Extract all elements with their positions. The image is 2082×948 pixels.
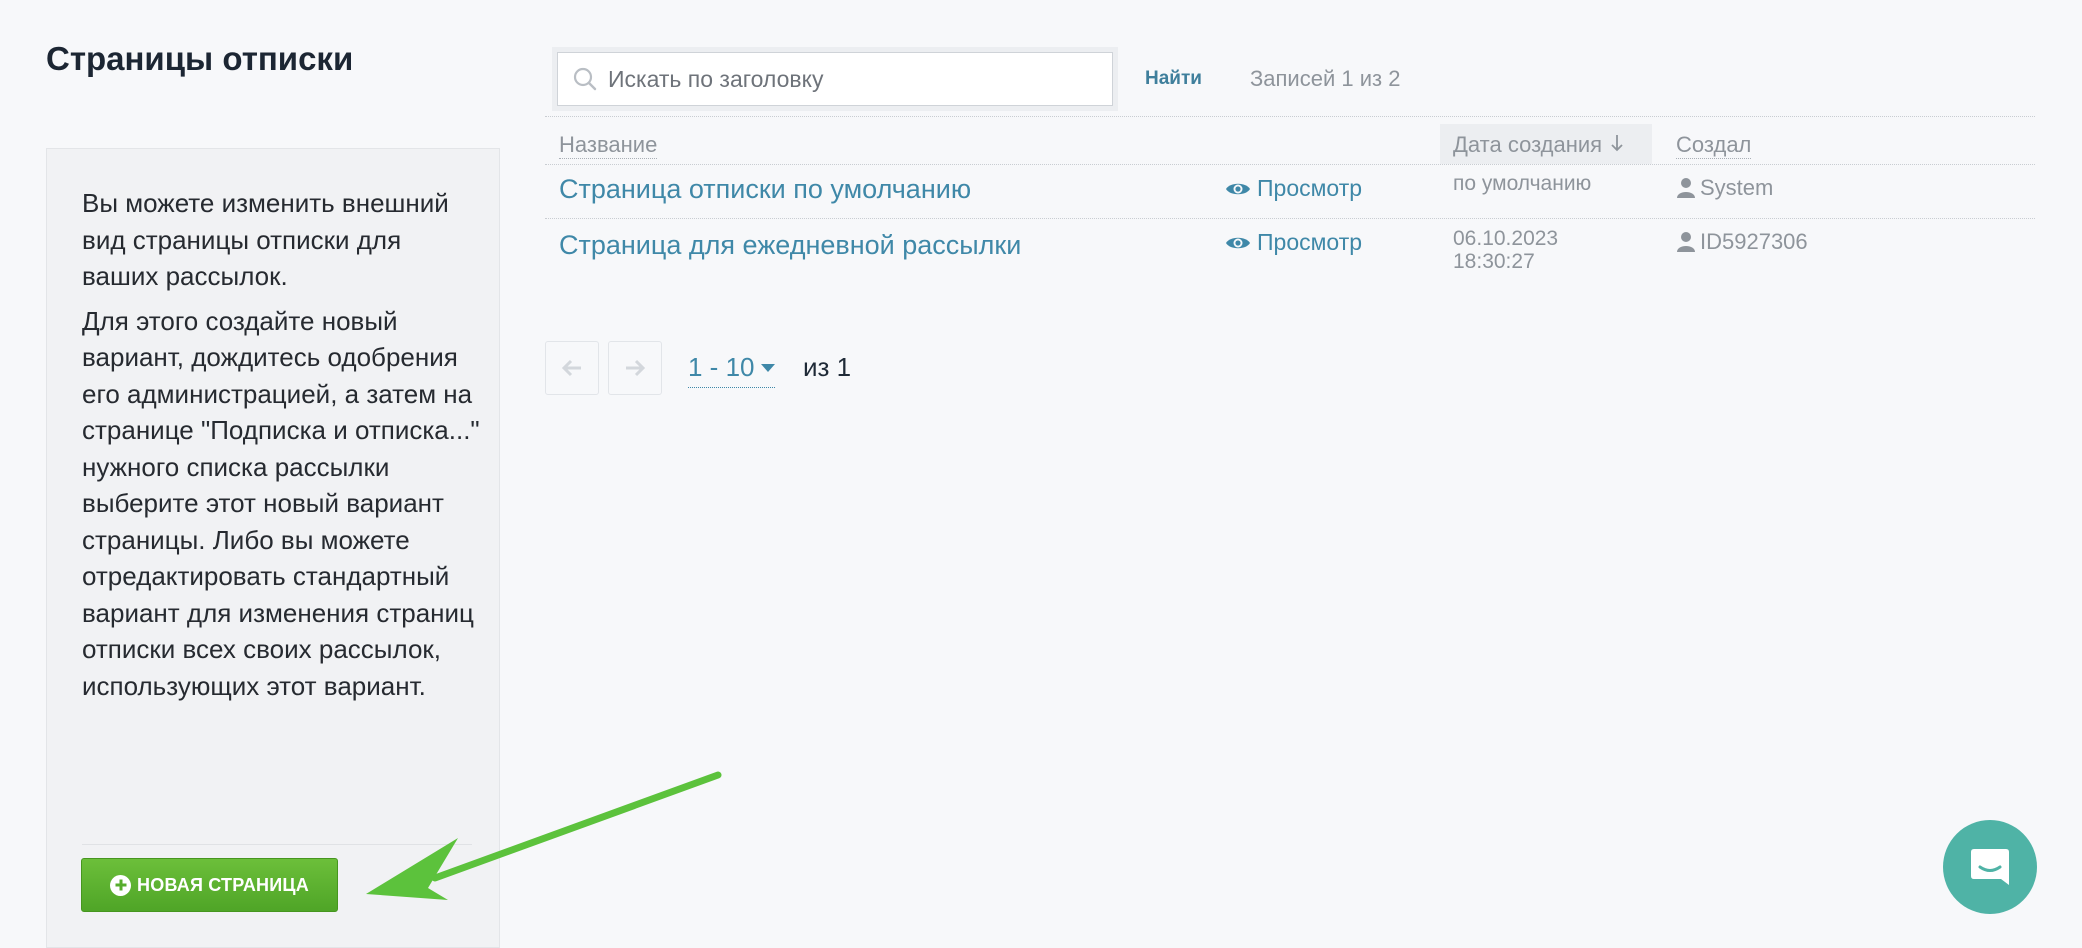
column-header-date-label: Дата создания bbox=[1453, 132, 1603, 157]
user-icon bbox=[1677, 232, 1695, 252]
arrow-down-icon bbox=[1611, 135, 1623, 152]
row-date-time: 18:30:27 bbox=[1453, 250, 1535, 273]
records-count: Записей 1 из 2 bbox=[1250, 66, 1401, 91]
row-date: по умолчанию bbox=[1453, 172, 1591, 195]
find-button[interactable]: Найти bbox=[1145, 68, 1202, 90]
divider bbox=[545, 164, 2035, 165]
next-page-button[interactable] bbox=[608, 341, 662, 395]
view-link[interactable]: Просмотр bbox=[1225, 229, 1362, 256]
table-row-title[interactable]: Страница отписки по умолчанию bbox=[559, 174, 971, 205]
column-header-name[interactable]: Название bbox=[559, 132, 658, 159]
row-author: System bbox=[1676, 175, 1773, 201]
table-row-title[interactable]: Страница для ежедневной рассылки bbox=[559, 230, 1021, 261]
plus-circle-icon bbox=[110, 874, 132, 896]
caret-down-icon bbox=[760, 363, 775, 372]
page-size-value: 1 - 10 bbox=[688, 352, 755, 382]
eye-icon bbox=[1226, 237, 1250, 248]
arrow-right-icon bbox=[626, 359, 646, 377]
page-total: из 1 bbox=[803, 352, 852, 382]
row-date: 06.10.2023 18:30:27 bbox=[1453, 227, 1558, 273]
page-title: Страницы отписки bbox=[46, 40, 354, 77]
search-bar bbox=[552, 47, 1118, 111]
row-date-line: 06.10.2023 bbox=[1453, 227, 1559, 250]
view-link-label: Просмотр bbox=[1257, 229, 1363, 255]
search-box bbox=[557, 52, 1113, 106]
eye-icon bbox=[1226, 183, 1250, 194]
row-author-name: System bbox=[1700, 175, 1774, 200]
prev-page-button[interactable] bbox=[545, 341, 599, 395]
info-text: Вы можете изменить внешний вид страницы … bbox=[82, 185, 482, 712]
new-page-button-label: НОВАЯ СТРАНИЦА bbox=[137, 874, 309, 895]
arrow-left-icon bbox=[561, 359, 581, 377]
column-header-date[interactable]: Дата создания bbox=[1453, 132, 1624, 158]
divider bbox=[545, 218, 2035, 219]
search-input[interactable] bbox=[606, 64, 1112, 94]
row-date-line: по умолчанию bbox=[1453, 172, 1592, 195]
info-paragraph-2: Для этого создайте новый вариант, дождит… bbox=[82, 305, 480, 701]
row-author-name: ID5927306 bbox=[1700, 229, 1808, 254]
view-link[interactable]: Просмотр bbox=[1225, 175, 1362, 202]
page-size-select[interactable]: 1 - 10 bbox=[688, 352, 775, 388]
info-paragraph-1: Вы можете изменить внешний вид страницы … bbox=[82, 188, 449, 291]
column-header-author[interactable]: Создал bbox=[1676, 132, 1752, 159]
view-link-label: Просмотр bbox=[1257, 175, 1363, 201]
search-icon bbox=[573, 67, 597, 91]
row-author: ID5927306 bbox=[1676, 229, 1808, 255]
user-icon bbox=[1677, 178, 1695, 198]
chat-icon bbox=[1971, 849, 2009, 885]
chat-widget-button[interactable] bbox=[1943, 820, 2037, 914]
annotation-arrow bbox=[366, 771, 722, 900]
new-page-button[interactable]: НОВАЯ СТРАНИЦА bbox=[81, 858, 338, 912]
divider bbox=[545, 116, 2035, 117]
